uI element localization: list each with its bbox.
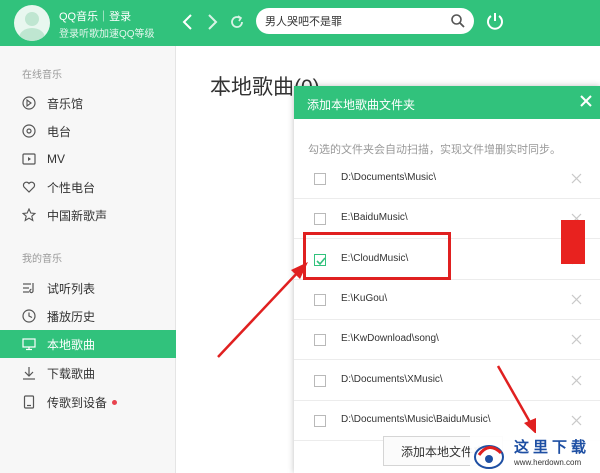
- folder-checkbox[interactable]: [314, 213, 326, 226]
- notification-badge: [112, 399, 118, 405]
- watermark: 这里下载 www.herdown.com: [470, 433, 600, 473]
- search-box: [256, 8, 474, 34]
- top-bar: QQ音乐｜登录 登录听歌加速QQ等级: [0, 0, 600, 46]
- folder-checkbox[interactable]: [314, 173, 326, 185]
- sidebar-item-trial-list[interactable]: 试听列表: [0, 274, 176, 302]
- sidebar-item-history[interactable]: 播放历史: [0, 302, 176, 330]
- folder-checkbox[interactable]: [314, 293, 326, 306]
- user-avatar[interactable]: [14, 5, 50, 41]
- sidebar-item-label: 播放历史: [47, 309, 96, 324]
- dialog-description: 勾选的文件夹会自动扫描，实现文件增删实时同步。: [308, 144, 561, 156]
- sidebar-item-transfer-device[interactable]: 传歌到设备: [0, 388, 176, 416]
- sidebar: 在线音乐 音乐馆 电台 MV 个性电台 中国新歌声 我的音乐 试听列表 播放历史…: [0, 46, 176, 473]
- remove-folder-icon[interactable]: [571, 334, 582, 345]
- heart-radio-icon: [22, 181, 36, 193]
- sidebar-item-downloads[interactable]: 下载歌曲: [0, 359, 176, 387]
- sidebar-item-radio[interactable]: 电台: [0, 117, 176, 145]
- refresh-icon: [231, 15, 243, 28]
- sidebar-item-label: 下载歌曲: [47, 366, 96, 381]
- watermark-name: 这里下载: [514, 438, 591, 456]
- folder-row[interactable]: E:\KuGou\: [294, 280, 600, 320]
- folder-path: D:\Documents\XMusic\: [341, 373, 443, 385]
- sidebar-item-label: 试听列表: [47, 281, 96, 296]
- highlight-box: [303, 232, 451, 280]
- dialog-header: 添加本地歌曲文件夹: [294, 86, 600, 119]
- sidebar-item-label: 本地歌曲: [47, 337, 96, 352]
- sidebar-item-music-hall[interactable]: 音乐馆: [0, 89, 176, 117]
- back-button[interactable]: [178, 11, 198, 33]
- sidebar-item-label: 电台: [47, 124, 72, 139]
- search-icon[interactable]: [450, 13, 466, 29]
- monitor-icon: [22, 338, 36, 351]
- login-prompt: 登录听歌加速QQ等级: [59, 29, 155, 40]
- folder-row[interactable]: D:\Documents\XMusic\: [294, 361, 600, 401]
- folder-path: D:\Documents\Music\BaiduMusic\: [341, 413, 491, 425]
- history-clock-icon: [22, 309, 36, 323]
- sidebar-item-label: 中国新歌声: [47, 208, 108, 223]
- close-icon[interactable]: [578, 93, 594, 109]
- search-input[interactable]: [265, 12, 445, 30]
- remove-folder-icon[interactable]: [571, 415, 582, 426]
- sidebar-item-label: 个性电台: [47, 180, 96, 195]
- folder-path: E:\KuGou\: [341, 292, 388, 304]
- mv-icon: [22, 153, 36, 165]
- star-icon: [22, 208, 36, 222]
- chevron-left-icon: [182, 14, 192, 30]
- chevron-right-icon: [208, 14, 218, 30]
- folder-row[interactable]: E:\KwDownload\song\: [294, 320, 600, 361]
- sidebar-item-local-songs[interactable]: 本地歌曲: [0, 330, 176, 358]
- device-icon: [23, 395, 35, 409]
- folder-checkbox[interactable]: [314, 414, 326, 427]
- remove-folder-icon[interactable]: [571, 294, 582, 305]
- sidebar-item-label: 传歌到设备: [47, 395, 108, 410]
- playlist-icon: [23, 283, 34, 294]
- annotation-arrow: [217, 269, 301, 358]
- folder-row[interactable]: D:\Documents\Music\: [294, 159, 600, 199]
- section-title-my-music: 我的音乐: [22, 254, 62, 265]
- login-link[interactable]: QQ音乐｜登录: [59, 8, 131, 24]
- radio-icon: [22, 124, 36, 138]
- folder-path: E:\KwDownload\song\: [341, 333, 439, 345]
- sidebar-item-new-voice[interactable]: 中国新歌声: [0, 201, 176, 229]
- refresh-button[interactable]: [227, 11, 247, 33]
- folder-checkbox[interactable]: [314, 374, 326, 387]
- sidebar-item-label: MV: [47, 152, 65, 166]
- section-title-online: 在线音乐: [22, 70, 62, 81]
- sidebar-item-personal-radio[interactable]: 个性电台: [0, 173, 176, 201]
- folder-path: E:\BaiduMusic\: [341, 212, 408, 224]
- music-hall-icon: [22, 96, 36, 110]
- dialog-title: 添加本地歌曲文件夹: [307, 98, 416, 112]
- watermark-logo-icon: [474, 445, 504, 469]
- remove-folder-icon[interactable]: [571, 173, 582, 184]
- folder-checkbox[interactable]: [314, 334, 326, 347]
- annotation-red-block: [561, 220, 585, 264]
- sidebar-item-mv[interactable]: MV: [0, 145, 176, 173]
- forward-button[interactable]: [202, 11, 222, 33]
- download-icon: [23, 367, 35, 380]
- watermark-url: www.herdown.com: [514, 458, 582, 467]
- folder-path: D:\Documents\Music\: [341, 172, 437, 183]
- sidebar-item-label: 音乐馆: [47, 96, 84, 111]
- remove-folder-icon[interactable]: [571, 375, 582, 386]
- power-icon[interactable]: [485, 11, 505, 31]
